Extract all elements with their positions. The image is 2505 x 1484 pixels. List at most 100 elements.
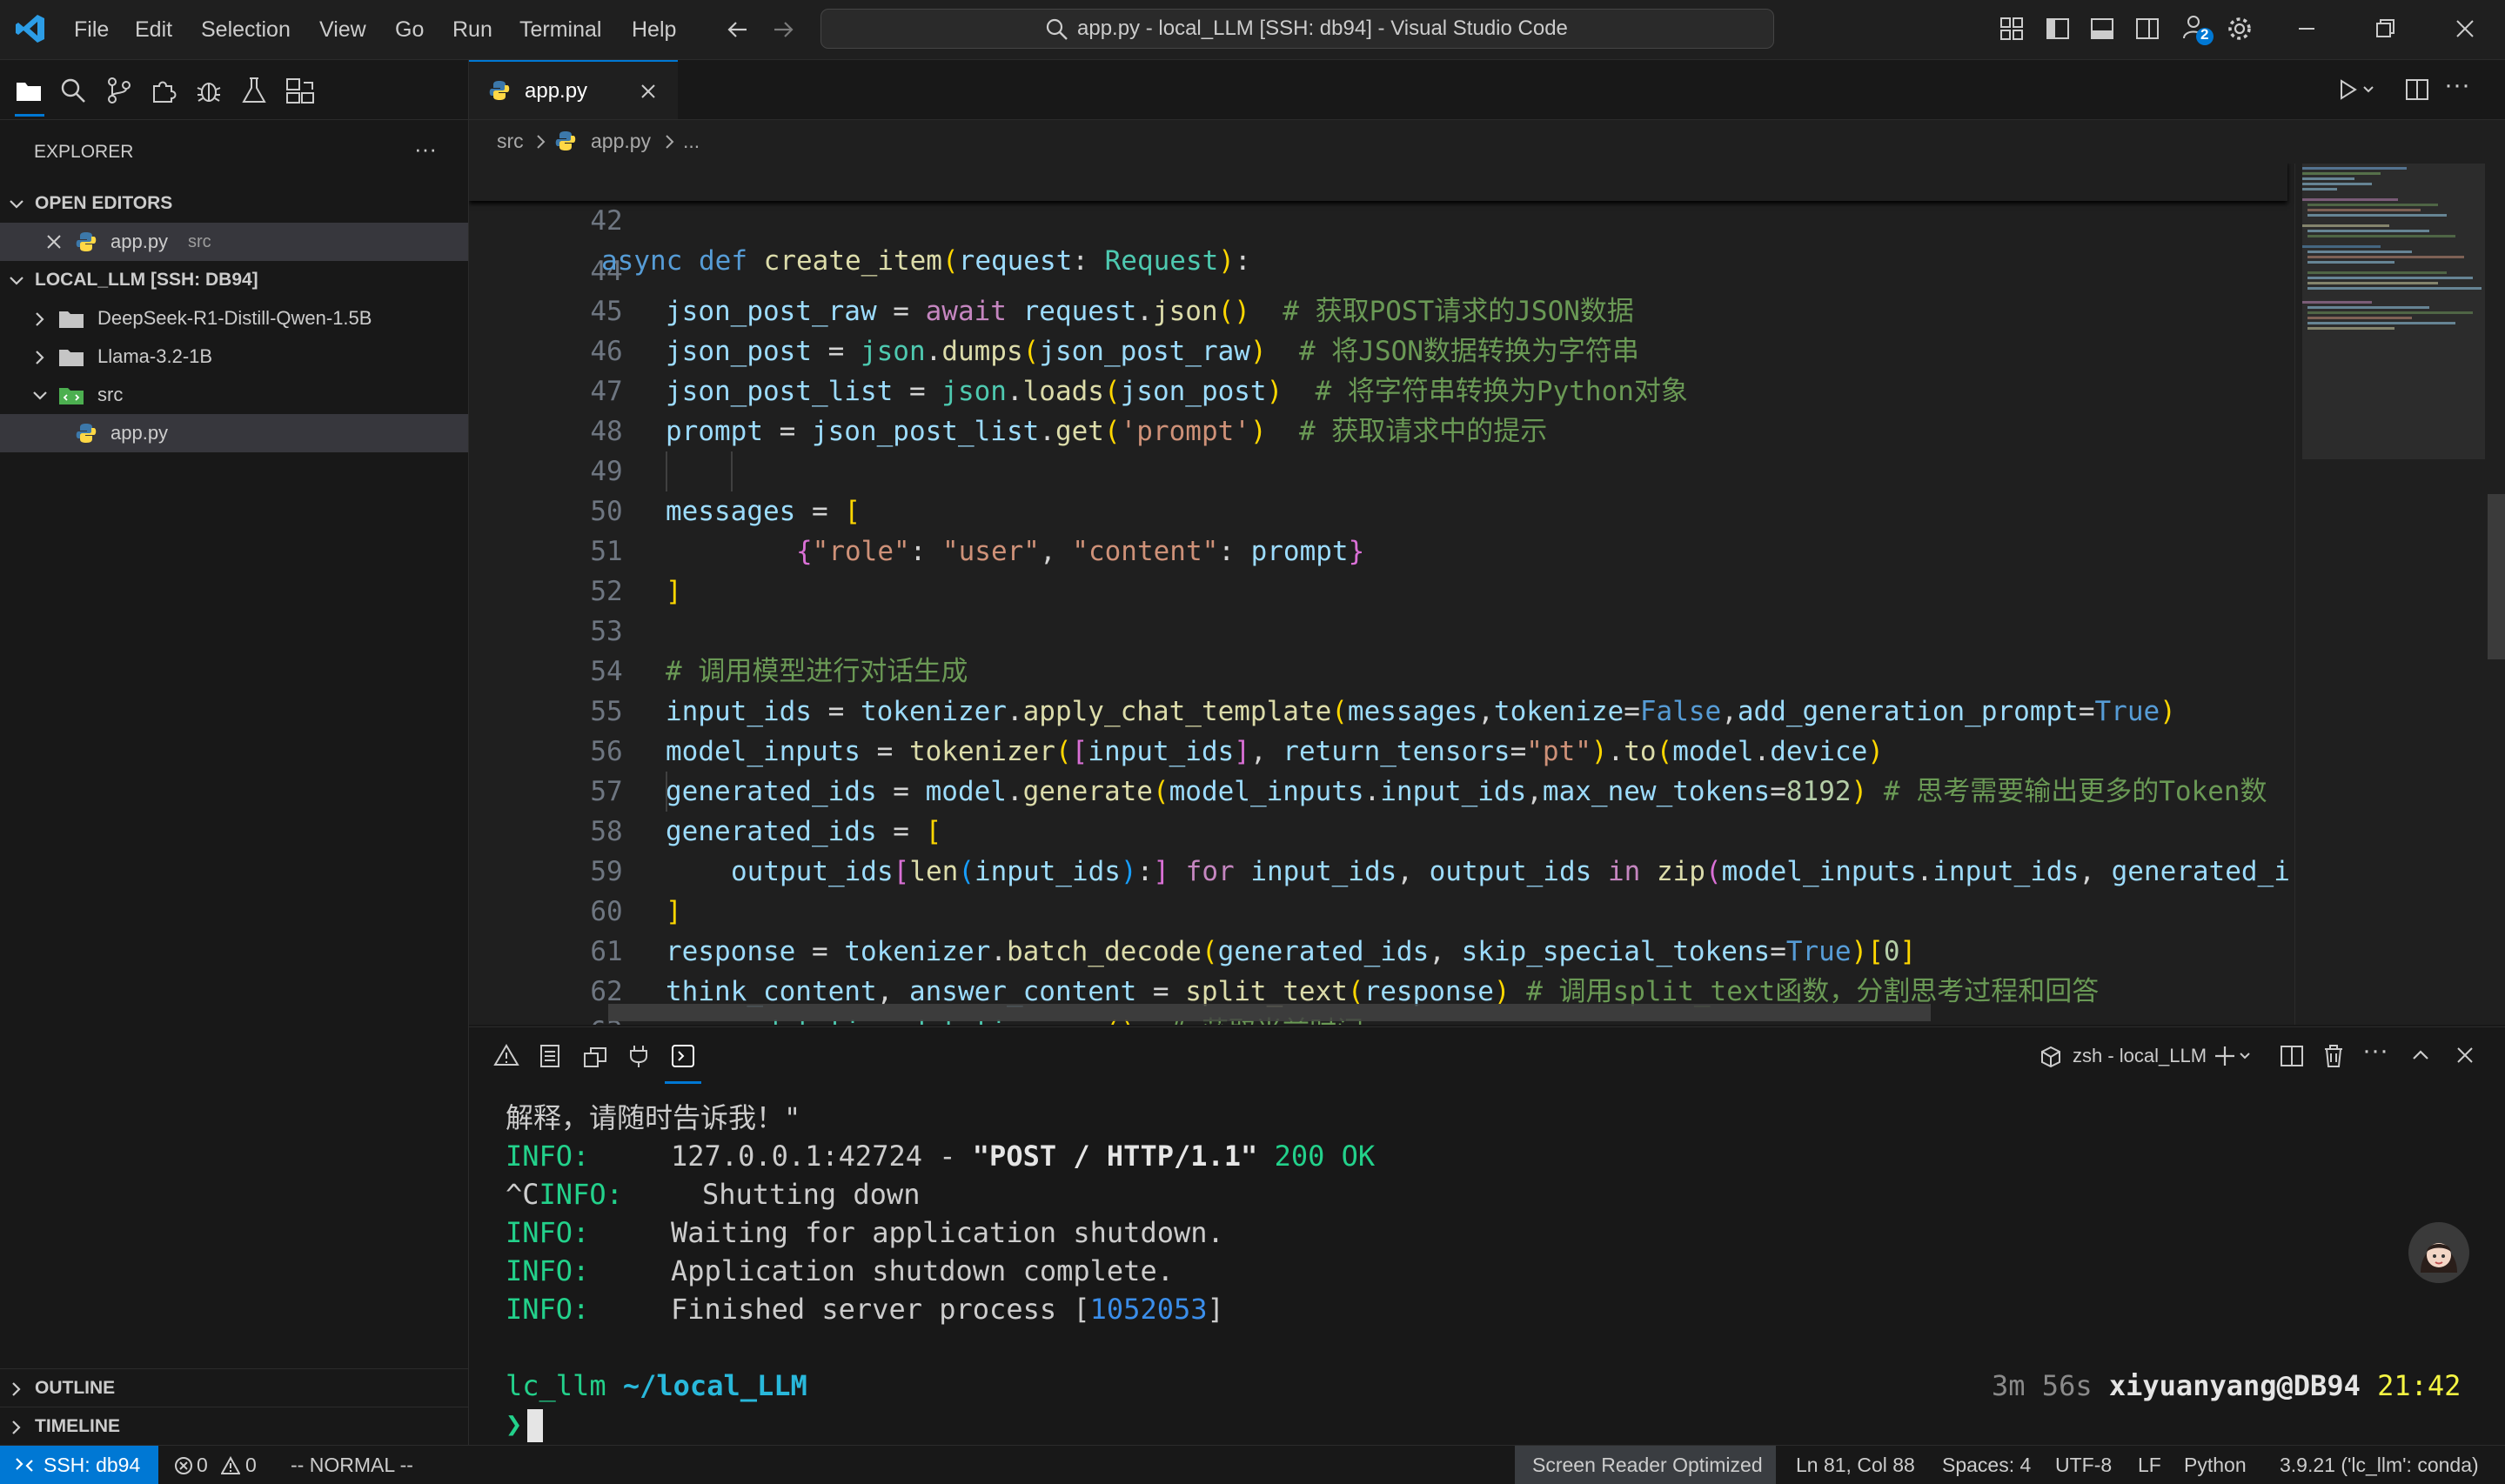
close-window-icon[interactable] — [2452, 16, 2478, 42]
command-center-text: app.py - local_LLM [SSH: db94] - Visual … — [1077, 17, 1568, 40]
line-number: 47 — [590, 376, 623, 407]
breadcrumb-folder[interactable]: src — [497, 130, 524, 153]
problems-indicator[interactable]: 0 0 — [172, 1446, 268, 1484]
split-editor-icon[interactable] — [2404, 77, 2430, 102]
code-line: 63 time = now.strftime("%Y-%m-%d %H:%M:%… — [469, 972, 622, 1025]
code-editor[interactable]: 42 async def create_item(request: Reques… — [469, 164, 2505, 1025]
forward-arrow-icon[interactable] — [769, 16, 797, 43]
workspace-header[interactable]: LOCAL_LLM [SSH: DB94] — [0, 261, 468, 299]
indent-guide — [666, 772, 667, 812]
line-number: 58 — [590, 816, 623, 847]
terminal-input-line[interactable]: ❯ — [506, 1405, 544, 1443]
open-editor-item[interactable]: app.py src — [0, 223, 468, 261]
indent-guide — [731, 451, 733, 491]
menu-edit[interactable]: Edit — [135, 16, 172, 43]
code-line: 56 generated_ids = model.generate(model_… — [469, 692, 2267, 807]
customize-layout-icon[interactable] — [1999, 16, 2025, 42]
language-mode[interactable]: Python — [2184, 1446, 2247, 1484]
tree-item-folder[interactable]: DeepSeek-R1-Distill-Qwen-1.5B — [0, 299, 468, 338]
menu-run[interactable]: Run — [452, 16, 492, 43]
menu-file[interactable]: File — [74, 16, 109, 43]
toggle-panel-icon[interactable] — [2089, 16, 2115, 42]
testing-flask-icon[interactable] — [239, 76, 269, 105]
indentation[interactable]: Spaces: 4 — [1942, 1446, 2031, 1484]
editor-horizontal-scrollbar[interactable] — [608, 1004, 1931, 1021]
run-python-file-icon[interactable] — [2336, 77, 2380, 102]
tree-item-folder[interactable]: Llama-3.2-1B — [0, 338, 468, 376]
search-icon — [1044, 17, 1070, 43]
output-icon[interactable] — [538, 1043, 562, 1069]
outline-header[interactable]: OUTLINE — [0, 1368, 468, 1407]
remote-indicator[interactable]: SSH: db94 — [0, 1446, 158, 1484]
python-interpreter[interactable]: 3.9.21 ('lc_llm': conda) — [2280, 1446, 2479, 1484]
terminal-line: INFO: Application shutdown complete. — [506, 1252, 1174, 1290]
split-terminal-icon[interactable] — [2279, 1043, 2305, 1069]
tree-item-file-selected[interactable]: app.py — [0, 414, 468, 452]
open-editor-folder: src — [188, 232, 211, 251]
problems-warning-icon[interactable] — [493, 1043, 519, 1067]
terminal-shell-label[interactable]: zsh - local_LLM — [2073, 1045, 2207, 1067]
terminal-text: Application shutdown complete. — [671, 1254, 1174, 1287]
explorer-files-icon[interactable] — [15, 77, 44, 117]
vim-mode: -- NORMAL -- — [291, 1454, 413, 1476]
line-endings[interactable]: LF — [2138, 1446, 2161, 1484]
new-terminal-plus-icon[interactable] — [2213, 1043, 2256, 1069]
code-line: 57 generated_ids = [ — [469, 732, 941, 847]
tree-item-folder[interactable]: src — [0, 376, 468, 414]
chevron-right-icon — [7, 1418, 26, 1437]
explorer-more-actions[interactable]: ··· — [414, 130, 437, 168]
encoding[interactable]: UTF-8 — [2055, 1446, 2112, 1484]
tree-item-label: Llama-3.2-1B — [97, 345, 213, 367]
maximize-panel-chevron-up-icon[interactable] — [2408, 1043, 2433, 1067]
menu-go[interactable]: Go — [395, 16, 424, 43]
restore-icon[interactable] — [2372, 16, 2398, 42]
explorer-sidebar: EXPLORER ··· OPEN EDITORS app.py src LOC… — [0, 60, 469, 1445]
minimize-icon[interactable] — [2294, 16, 2320, 42]
remote-explorer-icon[interactable] — [285, 76, 316, 105]
terminal-tab-icon[interactable] — [665, 1043, 701, 1084]
menu-view[interactable]: View — [319, 16, 366, 43]
accounts-icon[interactable]: 2 — [2180, 12, 2215, 47]
toggle-secondary-sidebar-icon[interactable] — [2134, 16, 2160, 42]
breadcrumb-file[interactable]: app.py — [591, 130, 651, 153]
python-file-icon — [75, 422, 97, 445]
panel-more-actions[interactable]: ··· — [2362, 1036, 2388, 1066]
ports-plug-icon[interactable] — [626, 1043, 651, 1069]
close-panel-icon[interactable] — [2453, 1043, 2477, 1067]
editor-more-actions[interactable]: ··· — [2444, 70, 2470, 100]
avatar[interactable] — [2408, 1222, 2469, 1283]
clock-time: 21:42 — [2377, 1369, 2461, 1402]
timeline-label: TIMELINE — [35, 1416, 120, 1436]
screen-reader-label: Screen Reader Optimized — [1532, 1454, 1763, 1476]
close-editor-icon[interactable] — [45, 233, 63, 251]
kill-terminal-trash-icon[interactable] — [2321, 1043, 2346, 1069]
editor-vertical-scrollbar[interactable] — [2488, 494, 2505, 659]
open-editors-header[interactable]: OPEN EDITORS — [0, 184, 468, 223]
search-view-icon[interactable] — [58, 76, 88, 105]
close-tab-icon[interactable] — [640, 83, 657, 100]
timeline-header[interactable]: TIMELINE — [0, 1407, 468, 1446]
minimap[interactable] — [2294, 164, 2485, 1025]
source-control-icon[interactable] — [104, 76, 134, 105]
extensions-puzzle-icon[interactable] — [149, 76, 178, 105]
code-line: 59 ] — [469, 812, 681, 927]
menu-terminal[interactable]: Terminal — [519, 16, 601, 43]
debug-console-icon[interactable] — [582, 1043, 608, 1069]
code-line: 48 — [469, 371, 622, 447]
menu-help[interactable]: Help — [632, 16, 676, 43]
run-debug-bug-icon[interactable] — [194, 76, 224, 105]
settings-gear-icon[interactable] — [2225, 14, 2254, 43]
tab-app-py[interactable]: app.py — [469, 60, 678, 119]
breadcrumb-symbol[interactable]: ... — [683, 130, 700, 153]
line-number: 59 — [590, 856, 623, 887]
back-arrow-icon[interactable] — [724, 16, 752, 43]
http-status: 200 OK — [1274, 1140, 1376, 1173]
terminal-text: Shutting down — [702, 1178, 921, 1211]
accounts-badge: 2 — [2200, 26, 2209, 43]
screen-reader-mode[interactable]: Screen Reader Optimized — [1515, 1446, 1776, 1484]
cursor-position[interactable]: Ln 81, Col 88 — [1796, 1446, 1915, 1484]
toggle-primary-sidebar-icon[interactable] — [2045, 16, 2071, 42]
activity-bar — [0, 60, 468, 120]
command-center[interactable]: app.py - local_LLM [SSH: db94] - Visual … — [820, 9, 1774, 49]
menu-selection[interactable]: Selection — [201, 16, 291, 43]
